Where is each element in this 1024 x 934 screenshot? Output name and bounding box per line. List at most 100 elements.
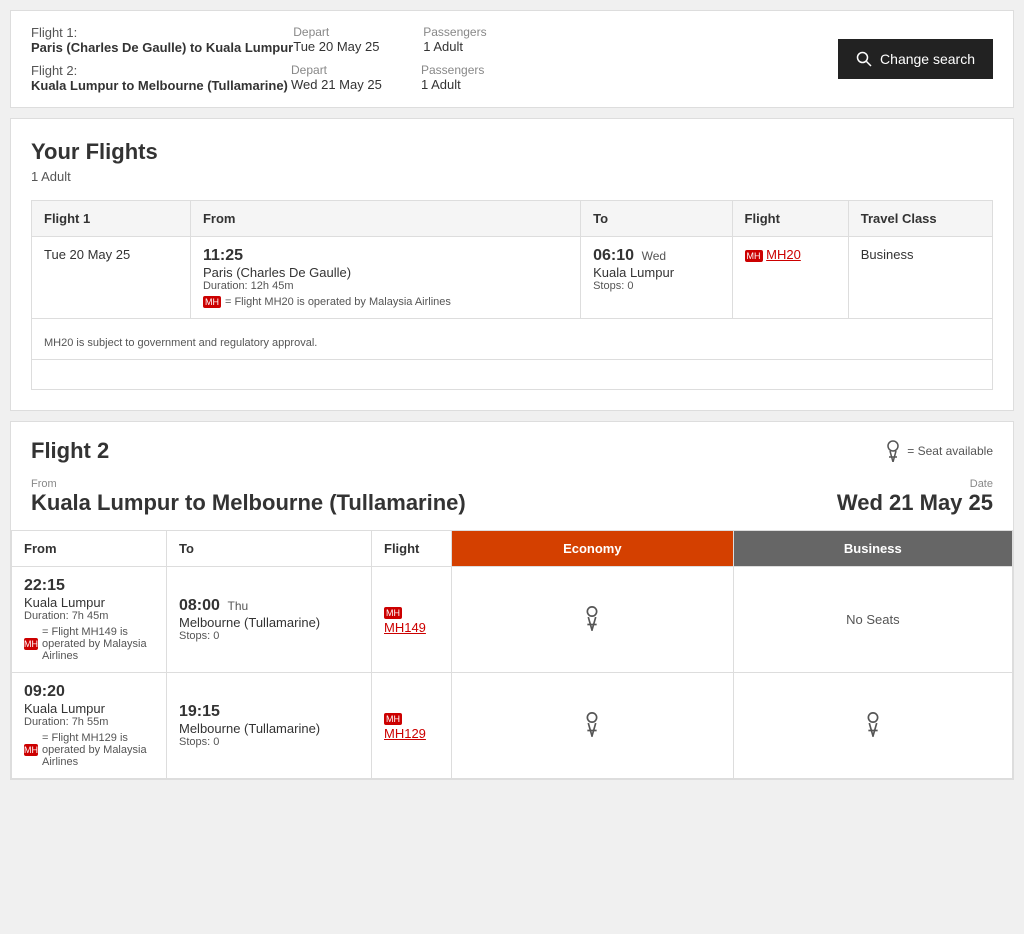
approval-note: MH20 is subject to government and regula… xyxy=(44,329,980,349)
flight1-depart-date: Tue 20 May 25 xyxy=(293,39,423,54)
mh-logo-icon-3: MH xyxy=(24,638,38,650)
row1-flight-link[interactable]: MH149 xyxy=(384,620,426,635)
flight1-pax-count: 1 Adult xyxy=(423,39,553,54)
operated-by-text: = Flight MH20 is operated by Malaysia Ai… xyxy=(225,296,451,308)
row1-stops: Stops: 0 xyxy=(179,630,359,642)
row1-arrive-city: Melbourne (Tullamarine) xyxy=(179,615,359,630)
th-to: To xyxy=(581,201,732,237)
stops-count: 0 xyxy=(627,280,633,292)
flight1-depart-label: Depart xyxy=(293,25,423,39)
row2-arrive-city: Melbourne (Tullamarine) xyxy=(179,721,359,736)
row2-stops: Stops: 0 xyxy=(179,736,359,748)
flight2-depart-date: Wed 21 May 25 xyxy=(291,77,421,92)
flight1-label: Flight 1: Paris (Charles De Gaulle) to K… xyxy=(31,25,293,55)
seat-available-icon-3 xyxy=(861,711,885,737)
flight2-pax-count: 1 Adult xyxy=(421,77,551,92)
seat-available-text: = Seat available xyxy=(907,444,993,458)
flight2-header: Flight 2 = Seat available xyxy=(11,422,1013,474)
row1-arrive-wrapper: 08:00 Thu xyxy=(179,597,359,615)
mh-logo-icon: MH xyxy=(203,296,221,308)
th-from: From xyxy=(190,201,580,237)
row2-to: 19:15 Melbourne (Tullamarine) Stops: 0 xyxy=(167,673,372,779)
flight1-num: Flight 1: xyxy=(31,25,77,40)
seat-available-indicator: = Seat available xyxy=(883,440,993,462)
stops-info: Stops: 0 xyxy=(593,280,719,292)
empty-row xyxy=(32,360,993,390)
row1-from: 22:15 Kuala Lumpur Duration: 7h 45m MH =… xyxy=(12,567,167,673)
table-row: 22:15 Kuala Lumpur Duration: 7h 45m MH =… xyxy=(12,567,1013,673)
flight-link[interactable]: MH20 xyxy=(766,247,801,262)
row-date: Tue 20 May 25 xyxy=(32,237,191,319)
flight2-section-title: Flight 2 xyxy=(31,438,109,464)
arrive-time: 06:10 xyxy=(593,247,634,264)
change-search-label: Change search xyxy=(880,51,975,67)
th2-business: Business xyxy=(733,531,1012,567)
from-label: From xyxy=(31,478,466,490)
arrive-day: Wed xyxy=(642,249,666,263)
flight2-pax: Passengers 1 Adult xyxy=(421,63,551,92)
flight1-depart: Depart Tue 20 May 25 xyxy=(293,25,423,54)
row1-operated: MH = Flight MH149 is operated by Malaysi… xyxy=(24,626,154,662)
th2-from: From xyxy=(12,531,167,567)
th2-economy: Economy xyxy=(452,531,734,567)
note-row: MH20 is subject to government and regula… xyxy=(32,319,993,360)
row1-duration: Duration: 7h 45m xyxy=(24,610,154,622)
flight2-depart-label: Depart xyxy=(291,63,421,77)
your-flights-table: Flight 1 From To Flight Travel Class Tue… xyxy=(31,200,993,390)
your-flights-title: Your Flights xyxy=(31,139,993,165)
change-search-button[interactable]: Change search xyxy=(838,39,993,79)
route-date: Wed 21 May 25 xyxy=(837,490,993,516)
flight-duration: Duration: 12h 45m xyxy=(203,280,568,292)
row-travel-class: Business xyxy=(848,237,992,319)
flight1-pax: Passengers 1 Adult xyxy=(423,25,553,54)
flight2-depart: Depart Wed 21 May 25 xyxy=(291,63,421,92)
th-flight1: Flight 1 xyxy=(32,201,191,237)
th2-to: To xyxy=(167,531,372,567)
flight2-label: Flight 2: Kuala Lumpur to Melbourne (Tul… xyxy=(31,63,291,93)
operated-by: MH = Flight MH20 is operated by Malaysia… xyxy=(203,296,568,308)
table-row: 09:20 Kuala Lumpur Duration: 7h 55m MH =… xyxy=(12,673,1013,779)
row1-arrive-day: Thu xyxy=(228,599,249,613)
row2-duration: Duration: 7h 55m xyxy=(24,716,154,728)
depart-city: Paris (Charles De Gaulle) xyxy=(203,265,568,280)
flight2-num: Flight 2: xyxy=(31,63,77,78)
your-flights-section: Your Flights 1 Adult Flight 1 From To Fl… xyxy=(10,118,1014,411)
empty-cell xyxy=(32,360,993,390)
row1-flight: MH MH149 xyxy=(372,567,452,673)
row2-arrive-wrapper: 19:15 xyxy=(179,703,359,721)
search-icon xyxy=(856,51,872,67)
flight2-route: Kuala Lumpur to Melbourne (Tullamarine) xyxy=(31,78,288,93)
row1-business: No Seats xyxy=(733,567,1012,673)
row2-operated-text: = Flight MH129 is operated by Malaysia A… xyxy=(42,732,154,768)
route-col: From Kuala Lumpur to Melbourne (Tullamar… xyxy=(31,478,466,516)
th-travel-class: Travel Class xyxy=(848,201,992,237)
row2-business[interactable] xyxy=(733,673,1012,779)
mh-logo-icon-5: MH xyxy=(24,744,38,756)
flight1-row: Flight 1: Paris (Charles De Gaulle) to K… xyxy=(31,25,838,55)
flight-info-rows: Flight 1: Paris (Charles De Gaulle) to K… xyxy=(31,25,838,93)
seat-available-icon-2 xyxy=(580,711,604,737)
top-search-bar: Flight 1: Paris (Charles De Gaulle) to K… xyxy=(10,10,1014,108)
flight1-pax-label: Passengers xyxy=(423,25,553,39)
row1-economy[interactable] xyxy=(452,567,734,673)
th2-flight: Flight xyxy=(372,531,452,567)
row-from: 11:25 Paris (Charles De Gaulle) Duration… xyxy=(190,237,580,319)
row-to: 06:10 Wed Kuala Lumpur Stops: 0 xyxy=(581,237,732,319)
date-label: Date xyxy=(837,478,993,490)
flight2-pax-label: Passengers xyxy=(421,63,551,77)
flight2-section: Flight 2 = Seat available From Kuala Lum… xyxy=(10,421,1014,780)
row2-arrive-time: 19:15 xyxy=(179,703,220,720)
mh-logo-icon-4: MH xyxy=(384,607,402,619)
th-flight: Flight xyxy=(732,201,848,237)
note-cell: MH20 is subject to government and regula… xyxy=(32,319,993,360)
date-col: Date Wed 21 May 25 xyxy=(837,478,993,516)
row1-depart-time: 22:15 xyxy=(24,577,154,595)
row2-economy[interactable] xyxy=(452,673,734,779)
row1-to: 08:00 Thu Melbourne (Tullamarine) Stops:… xyxy=(167,567,372,673)
mh-logo-icon-2: MH xyxy=(745,250,763,262)
flight2-results-table: From To Flight Economy Business 22:15 Ku… xyxy=(11,530,1013,779)
row2-flight-link[interactable]: MH129 xyxy=(384,726,426,741)
seat-available-icon-1 xyxy=(580,605,604,631)
arrive-city: Kuala Lumpur xyxy=(593,265,719,280)
your-flights-subtitle: 1 Adult xyxy=(31,169,993,184)
